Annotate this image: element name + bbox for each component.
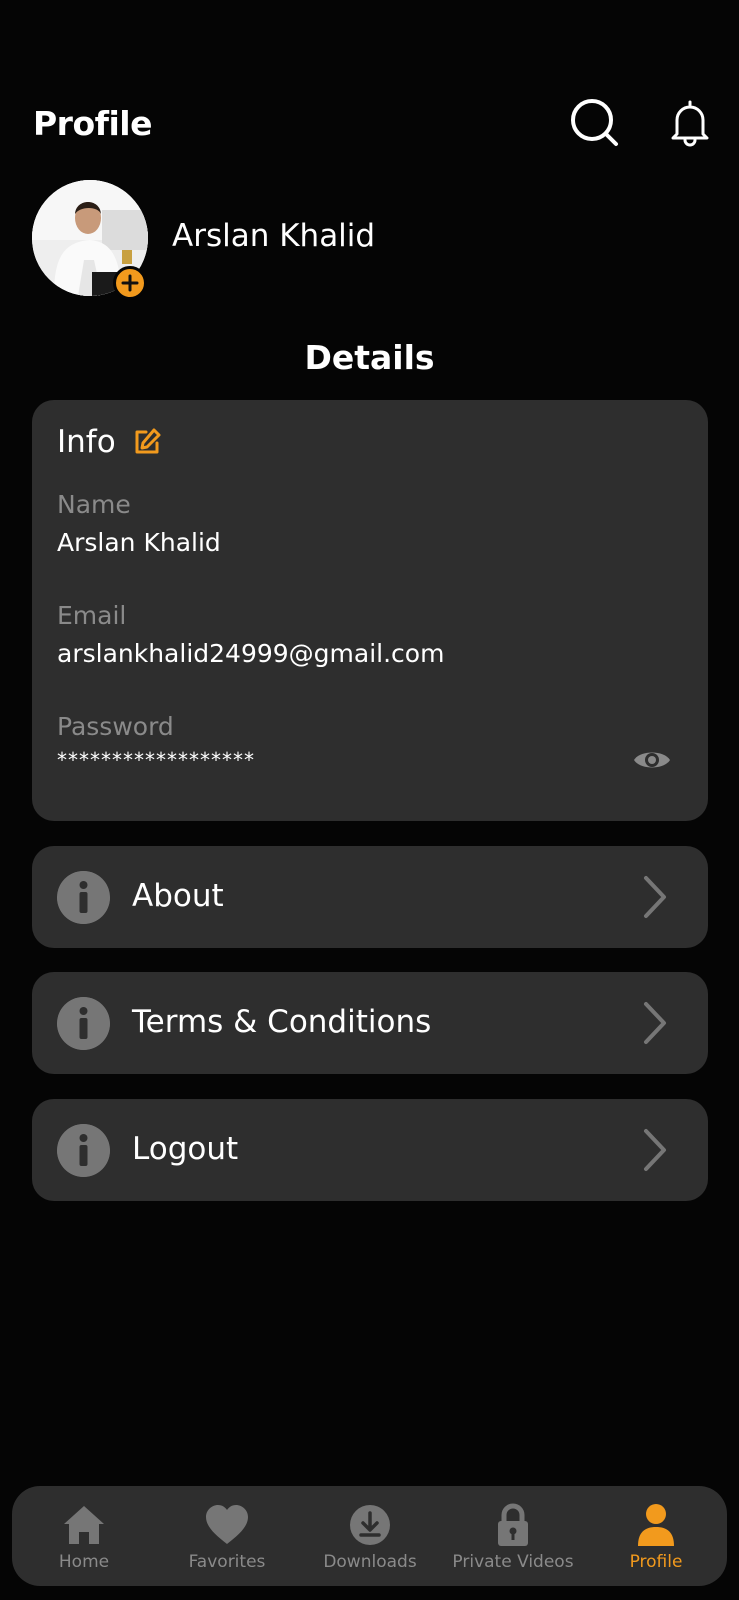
search-icon[interactable] bbox=[570, 98, 620, 148]
about-row[interactable]: About bbox=[32, 846, 708, 948]
info-card: Info Name Arslan Khalid Email arslankhal… bbox=[32, 400, 708, 821]
download-icon bbox=[350, 1505, 390, 1545]
home-icon bbox=[64, 1506, 104, 1544]
nav-favorites[interactable]: Favorites bbox=[155, 1486, 299, 1586]
page-title: Profile bbox=[33, 104, 153, 143]
terms-row[interactable]: Terms & Conditions bbox=[32, 972, 708, 1074]
nav-downloads-label: Downloads bbox=[323, 1552, 417, 1572]
bottom-nav: Home Favorites Downloads Private Videos … bbox=[12, 1486, 727, 1586]
user-icon bbox=[638, 1504, 674, 1546]
eye-icon[interactable] bbox=[632, 740, 672, 780]
password-value: ****************** bbox=[57, 748, 255, 772]
plus-icon bbox=[121, 274, 139, 292]
bell-icon[interactable] bbox=[665, 98, 715, 148]
password-label: Password bbox=[57, 712, 174, 741]
email-label: Email bbox=[57, 601, 127, 630]
nav-private-videos-label: Private Videos bbox=[452, 1552, 574, 1572]
profile-screen: Profile Arslan Khalid Details Info Name … bbox=[0, 0, 739, 1600]
email-value: arslankhalid24999@gmail.com bbox=[57, 639, 445, 668]
heart-icon bbox=[206, 1505, 248, 1544]
info-icon bbox=[57, 997, 110, 1050]
chevron-right-icon bbox=[644, 876, 666, 918]
edit-icon[interactable] bbox=[132, 427, 162, 457]
about-label: About bbox=[132, 878, 224, 914]
lock-icon bbox=[498, 1503, 528, 1546]
nav-downloads[interactable]: Downloads bbox=[298, 1486, 442, 1586]
logout-label: Logout bbox=[132, 1131, 239, 1167]
add-photo-button[interactable] bbox=[113, 266, 147, 300]
profile-name: Arslan Khalid bbox=[172, 218, 376, 254]
info-header: Info bbox=[57, 424, 162, 460]
details-heading: Details bbox=[304, 338, 435, 377]
name-value: Arslan Khalid bbox=[57, 528, 221, 557]
terms-label: Terms & Conditions bbox=[132, 1004, 432, 1040]
logout-row[interactable]: Logout bbox=[32, 1099, 708, 1201]
nav-profile-label: Profile bbox=[629, 1552, 683, 1572]
chevron-right-icon bbox=[644, 1129, 666, 1171]
info-title: Info bbox=[57, 424, 116, 460]
nav-profile[interactable]: Profile bbox=[584, 1486, 728, 1586]
info-icon bbox=[57, 871, 110, 924]
nav-home[interactable]: Home bbox=[12, 1486, 156, 1586]
name-label: Name bbox=[57, 490, 131, 519]
nav-home-label: Home bbox=[58, 1552, 110, 1572]
nav-favorites-label: Favorites bbox=[188, 1552, 266, 1572]
chevron-right-icon bbox=[644, 1002, 666, 1044]
info-icon bbox=[57, 1124, 110, 1177]
nav-private-videos[interactable]: Private Videos bbox=[441, 1486, 585, 1586]
